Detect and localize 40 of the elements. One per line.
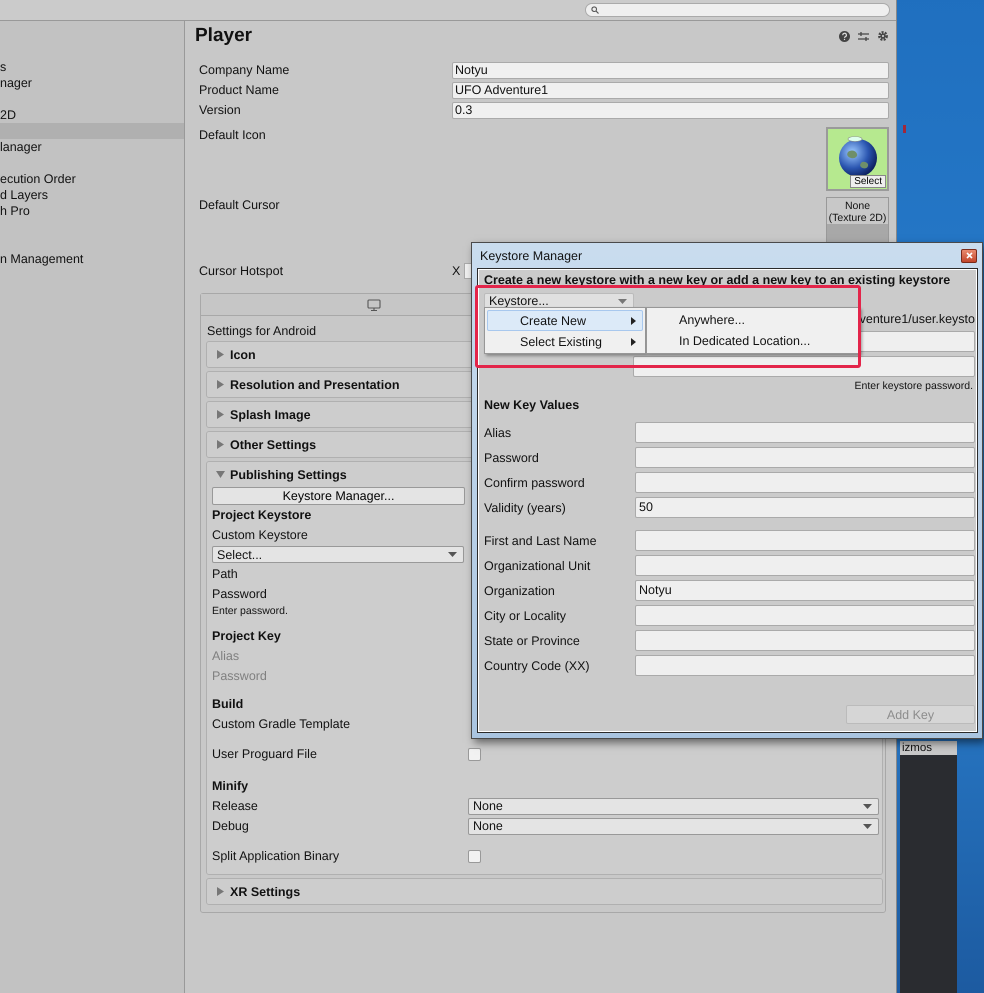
field-label: Version [199, 103, 242, 117]
field-label: Organizational Unit [484, 558, 592, 572]
setting-label: Custom Keystore [212, 527, 308, 544]
inspector-title: Player [195, 25, 252, 47]
field-label: Password [484, 450, 540, 464]
keystore-path: venture1/user.keysto [860, 311, 975, 328]
field-label: Organization [484, 584, 556, 598]
field-label: Default Cursor [199, 198, 281, 212]
field-label: Alias [484, 426, 512, 440]
group-heading: Minify [212, 778, 248, 795]
field-label: Confirm password [484, 476, 586, 490]
field-label: Company Name [199, 63, 290, 77]
setting-label: Password [212, 586, 267, 603]
axis-label: X [452, 264, 460, 278]
field-label: State or Province [484, 634, 581, 648]
group-heading: Project Keystore [212, 507, 312, 524]
section-title: New Key Values [484, 397, 580, 414]
setting-label: Password [212, 668, 267, 685]
field-label: Default Icon [199, 128, 267, 142]
setting-label: Split Application Binary [212, 848, 340, 865]
field-label: Validity (years) [484, 500, 567, 514]
field-label: Product Name [199, 83, 280, 97]
field-label: First and Last Name [484, 534, 598, 548]
setting-label: User Proguard File [212, 746, 318, 763]
window-title: Keystore Manager [480, 248, 582, 262]
setting-label: Alias [212, 648, 240, 665]
setting-label: Custom Gradle Template [212, 716, 350, 733]
platform-caption: Settings for Android [206, 323, 318, 340]
setting-label: Debug [212, 818, 250, 835]
setting-label: Path [212, 566, 238, 583]
hint-text: Enter keystore password. [854, 379, 974, 393]
field-label: City or Locality [484, 608, 567, 622]
hint-text: Enter password. [212, 604, 288, 618]
field-label: Cursor Hotspot [199, 264, 284, 278]
group-heading: Project Key [212, 628, 281, 645]
dialog-heading: Create a new keystore with a new key or add a new key to an existing keystore [484, 273, 952, 287]
field-label: Country Code (XX) [484, 658, 591, 672]
texture-label: None (Texture 2D) [827, 198, 888, 224]
group-heading: Build [212, 696, 244, 713]
setting-label: Release [212, 798, 259, 815]
